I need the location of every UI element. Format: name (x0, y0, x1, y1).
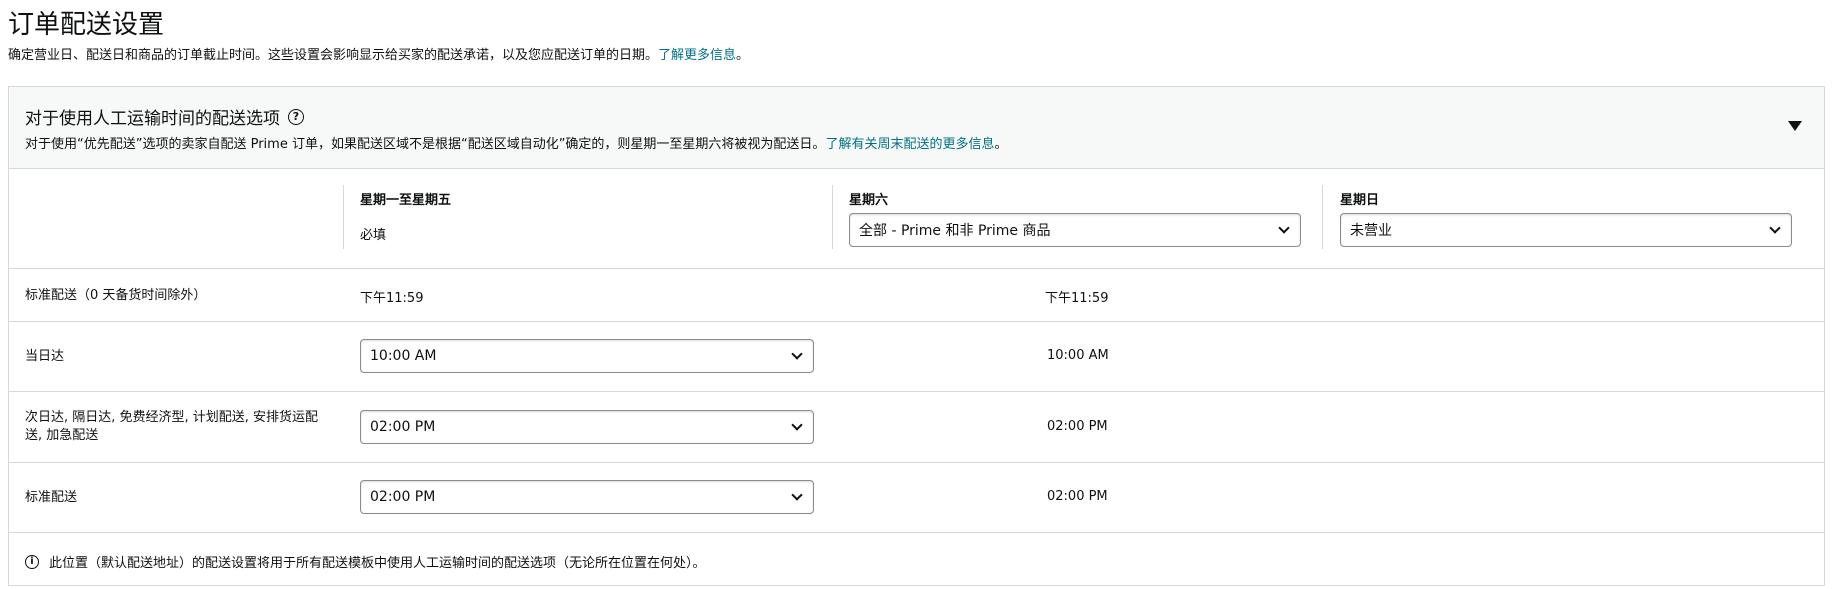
saturday-cutoff-text: 02:00 PM (1047, 489, 1108, 504)
caret-down-icon[interactable] (1788, 121, 1802, 131)
column-divider (1322, 185, 1323, 249)
row-label: 当日达 (25, 349, 65, 364)
chevron-down-icon (791, 348, 803, 360)
column-divider (343, 185, 344, 249)
table-row: 标准配送 02:00 PM 02:00 PM (9, 463, 1824, 533)
sunday-select[interactable]: 未营业 (1340, 213, 1792, 247)
table-row: 标准配送（0 天备货时间除外） 下午11:59 下午11:59 (9, 269, 1824, 322)
saturday-cutoff-text: 10:00 AM (1047, 348, 1109, 363)
weekday-cutoff-select[interactable]: 02:00 PM (360, 410, 814, 444)
shipping-options-card: 对于使用人工运输时间的配送选项 ? 对于使用“优先配送”选项的卖家自配送 Pri… (8, 86, 1825, 586)
weekday-cutoff-value: 02:00 PM (370, 419, 436, 435)
card-title-text: 对于使用人工运输时间的配送选项 (25, 109, 280, 129)
weekday-cutoff-select[interactable]: 02:00 PM (360, 480, 814, 514)
sunday-column-label: 星期日 (1340, 193, 1380, 208)
page-description-end: 。 (736, 48, 750, 63)
info-circle-icon: i (25, 554, 39, 569)
chevron-down-icon (1769, 222, 1781, 234)
weekend-delivery-link[interactable]: 了解有关周末配送的更多信息 (825, 137, 994, 152)
weekday-cutoff-select[interactable]: 10:00 AM (360, 339, 814, 373)
weekday-cutoff-value: 02:00 PM (370, 489, 436, 505)
card-subtitle-end: 。 (994, 137, 1008, 152)
saturday-column-label: 星期六 (849, 193, 889, 208)
table-row: 次日达, 隔日达, 免费经济型, 计划配送, 安排货运配送, 加急配送 02:0… (9, 392, 1824, 463)
card-title: 对于使用人工运输时间的配送选项 ? (25, 104, 304, 129)
saturday-cutoff-text: 下午11:59 (1045, 291, 1109, 306)
learn-more-link[interactable]: 了解更多信息 (658, 48, 736, 63)
card-header[interactable]: 对于使用人工运输时间的配送选项 ? 对于使用“优先配送”选项的卖家自配送 Pri… (9, 87, 1824, 169)
row-label: 次日达, 隔日达, 免费经济型, 计划配送, 安排货运配送, 加急配送 (25, 410, 319, 443)
column-divider (832, 185, 833, 249)
saturday-cutoff-text: 02:00 PM (1047, 419, 1108, 434)
weekday-cutoff-value: 10:00 AM (370, 348, 437, 364)
saturday-select[interactable]: 全部 - Prime 和非 Prime 商品 (849, 213, 1301, 247)
row-label: 标准配送 (25, 490, 78, 505)
row-label: 标准配送（0 天备货时间除外） (25, 288, 207, 303)
footer-note: i 此位置（默认配送地址）的配送设置将用于所有配送模板中使用人工运输时间的配送选… (25, 552, 706, 571)
saturday-select-value: 全部 - Prime 和非 Prime 商品 (859, 223, 1051, 239)
page-description-text: 确定营业日、配送日和商品的订单截止时间。这些设置会影响显示给买家的配送承诺，以及… (8, 48, 659, 63)
card-subtitle-text: 对于使用“优先配送”选项的卖家自配送 Prime 订单，如果配送区域不是根据“配… (25, 137, 826, 152)
card-subtitle: 对于使用“优先配送”选项的卖家自配送 Prime 订单，如果配送区域不是根据“配… (25, 133, 1007, 152)
footer-note-text: 此位置（默认配送地址）的配送设置将用于所有配送模板中使用人工运输时间的配送选项（… (49, 556, 706, 571)
weekday-required-text: 必填 (360, 228, 387, 243)
chevron-down-icon (1278, 222, 1290, 234)
weekday-cutoff-text: 下午11:59 (360, 291, 424, 306)
page-description: 确定营业日、配送日和商品的订单截止时间。这些设置会影响显示给买家的配送承诺，以及… (8, 44, 749, 63)
page-title: 订单配送设置 (8, 10, 165, 40)
column-header-row: 星期一至星期五 必填 星期六 全部 - Prime 和非 Prime 商品 星期… (9, 169, 1824, 269)
chevron-down-icon (791, 419, 803, 431)
table-row: 当日达 10:00 AM 10:00 AM (9, 322, 1824, 392)
sunday-select-value: 未营业 (1350, 223, 1392, 239)
weekday-column-label: 星期一至星期五 (360, 193, 452, 208)
question-circle-icon[interactable]: ? (288, 108, 304, 125)
chevron-down-icon (791, 489, 803, 501)
